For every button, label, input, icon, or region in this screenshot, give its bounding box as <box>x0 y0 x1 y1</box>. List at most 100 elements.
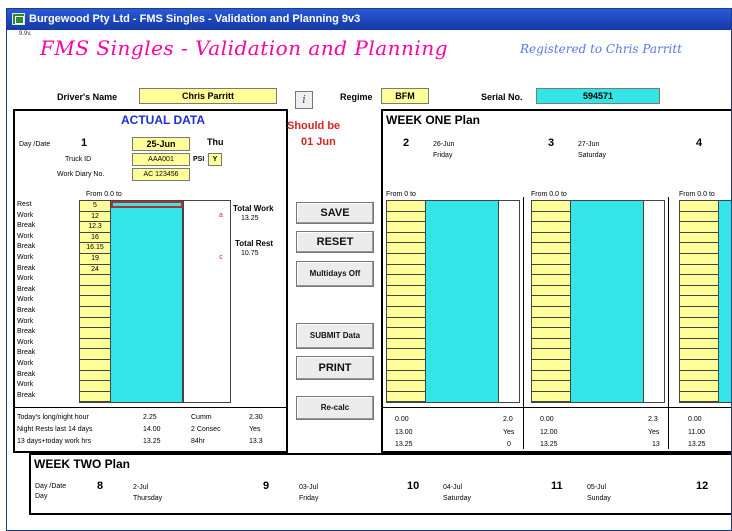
week-one-time-cell[interactable] <box>532 360 570 371</box>
time-entry-cell[interactable] <box>80 349 110 360</box>
week-one-time-cell[interactable] <box>532 307 570 318</box>
week-one-time-cell[interactable] <box>387 212 425 223</box>
week-one-time-cell[interactable] <box>387 233 425 244</box>
week-one-time-cell[interactable] <box>387 307 425 318</box>
week-one-time-cell[interactable] <box>680 371 718 382</box>
week-one-time-cell[interactable] <box>680 233 718 244</box>
time-entry-cell[interactable] <box>80 371 110 382</box>
week-one-time-cell[interactable] <box>532 222 570 233</box>
week-one-date: 26-Jun <box>433 141 455 148</box>
week-one-time-cell[interactable] <box>387 275 425 286</box>
time-entry-cell[interactable]: 5 <box>80 201 110 212</box>
total-work-value: 13.25 <box>241 215 259 222</box>
time-entry-cell[interactable] <box>80 339 110 350</box>
time-entry-cell[interactable] <box>80 381 110 392</box>
week-one-time-cell[interactable] <box>680 212 718 223</box>
time-entry-cell[interactable]: 16.15 <box>80 243 110 254</box>
week-one-time-cell[interactable] <box>680 349 718 360</box>
week-one-time-cell[interactable] <box>532 296 570 307</box>
week-one-time-cell[interactable] <box>387 201 425 212</box>
week-one-time-cell[interactable] <box>532 318 570 329</box>
row-flag: c <box>219 253 223 261</box>
time-entry-cell[interactable]: 12.3 <box>80 222 110 233</box>
week-one-time-cell[interactable] <box>387 381 425 392</box>
week-one-time-cell[interactable] <box>387 360 425 371</box>
time-entry-cell[interactable] <box>80 286 110 297</box>
week-one-time-cell[interactable] <box>532 275 570 286</box>
week-one-time-cell[interactable] <box>532 381 570 392</box>
time-entry-cell[interactable] <box>80 360 110 371</box>
week-one-time-cell[interactable] <box>387 339 425 350</box>
week-one-time-cell[interactable] <box>387 371 425 382</box>
week-one-time-cell[interactable] <box>387 265 425 276</box>
week-one-time-cell[interactable] <box>387 286 425 297</box>
week-one-time-column[interactable] <box>679 200 719 403</box>
work-diary-field[interactable]: AC 123456 <box>132 168 190 181</box>
truck-id-field[interactable]: AAA001 <box>132 153 190 166</box>
week-one-time-cell[interactable] <box>680 265 718 276</box>
week-one-time-column[interactable] <box>386 200 426 403</box>
week-one-time-cell[interactable] <box>680 296 718 307</box>
week-one-time-cell[interactable] <box>680 254 718 265</box>
week-one-time-cell[interactable] <box>387 392 425 403</box>
week-one-time-cell[interactable] <box>387 222 425 233</box>
week-one-time-cell[interactable] <box>532 212 570 223</box>
submit-data-button[interactable]: SUBMIT Data <box>296 323 374 349</box>
week-one-time-cell[interactable] <box>532 243 570 254</box>
driver-name-field[interactable]: Chris Parritt <box>139 88 277 104</box>
week-one-time-cell[interactable] <box>387 296 425 307</box>
week-one-time-cell[interactable] <box>532 286 570 297</box>
time-entry-cell[interactable] <box>80 296 110 307</box>
week-one-time-cell[interactable] <box>680 392 718 403</box>
week-one-time-cell[interactable] <box>532 392 570 403</box>
week-one-time-column[interactable] <box>531 200 571 403</box>
time-entry-cell[interactable]: 16 <box>80 233 110 244</box>
week-one-time-cell[interactable] <box>532 201 570 212</box>
selected-cell[interactable] <box>111 201 183 208</box>
time-entry-cell[interactable] <box>80 275 110 286</box>
regime-field[interactable]: BFM <box>381 88 429 104</box>
time-entry-cell[interactable] <box>80 318 110 329</box>
time-entry-cell[interactable]: 19 <box>80 254 110 265</box>
time-entry-cell[interactable] <box>80 328 110 339</box>
week-one-time-cell[interactable] <box>532 254 570 265</box>
multidays-toggle-button[interactable]: Multidays Off <box>296 261 374 287</box>
reset-button[interactable]: RESET <box>296 231 374 253</box>
time-entry-cell[interactable]: 12 <box>80 212 110 223</box>
time-entry-column[interactable]: 5 12 12.3 16 16.15 19 24 <box>79 200 111 403</box>
week-one-time-cell[interactable] <box>680 307 718 318</box>
week-one-time-cell[interactable] <box>387 254 425 265</box>
week-one-time-cell[interactable] <box>532 349 570 360</box>
week-one-time-cell[interactable] <box>387 328 425 339</box>
week-one-time-cell[interactable] <box>680 381 718 392</box>
week-one-time-cell[interactable] <box>532 371 570 382</box>
print-button[interactable]: PRINT <box>296 356 374 380</box>
week-one-time-cell[interactable] <box>680 201 718 212</box>
stats-label: Night Rests last 14 days <box>17 426 93 433</box>
week-one-time-cell[interactable] <box>680 275 718 286</box>
week-one-time-cell[interactable] <box>532 233 570 244</box>
week-one-time-cell[interactable] <box>680 222 718 233</box>
week-one-time-cell[interactable] <box>532 339 570 350</box>
info-button[interactable]: i <box>295 91 313 109</box>
week-one-time-cell[interactable] <box>387 243 425 254</box>
week-one-time-cell[interactable] <box>680 318 718 329</box>
row-flag <box>215 317 227 328</box>
serial-field[interactable]: 594571 <box>536 88 660 104</box>
week-one-time-cell[interactable] <box>387 318 425 329</box>
time-entry-cell[interactable]: 24 <box>80 265 110 276</box>
week-one-time-cell[interactable] <box>532 265 570 276</box>
week-one-time-cell[interactable] <box>680 339 718 350</box>
week-one-time-cell[interactable] <box>680 286 718 297</box>
time-entry-cell[interactable] <box>80 392 110 403</box>
time-entry-cell[interactable] <box>80 307 110 318</box>
week-one-time-cell[interactable] <box>387 349 425 360</box>
week-one-time-cell[interactable] <box>532 328 570 339</box>
save-button[interactable]: SAVE <box>296 202 374 224</box>
psi-field[interactable]: Y <box>208 153 222 166</box>
week-one-time-cell[interactable] <box>680 360 718 371</box>
date-field[interactable]: 25-Jun <box>132 137 190 151</box>
week-one-time-cell[interactable] <box>680 328 718 339</box>
week-one-time-cell[interactable] <box>680 243 718 254</box>
recalc-button[interactable]: Re-calc <box>296 396 374 420</box>
